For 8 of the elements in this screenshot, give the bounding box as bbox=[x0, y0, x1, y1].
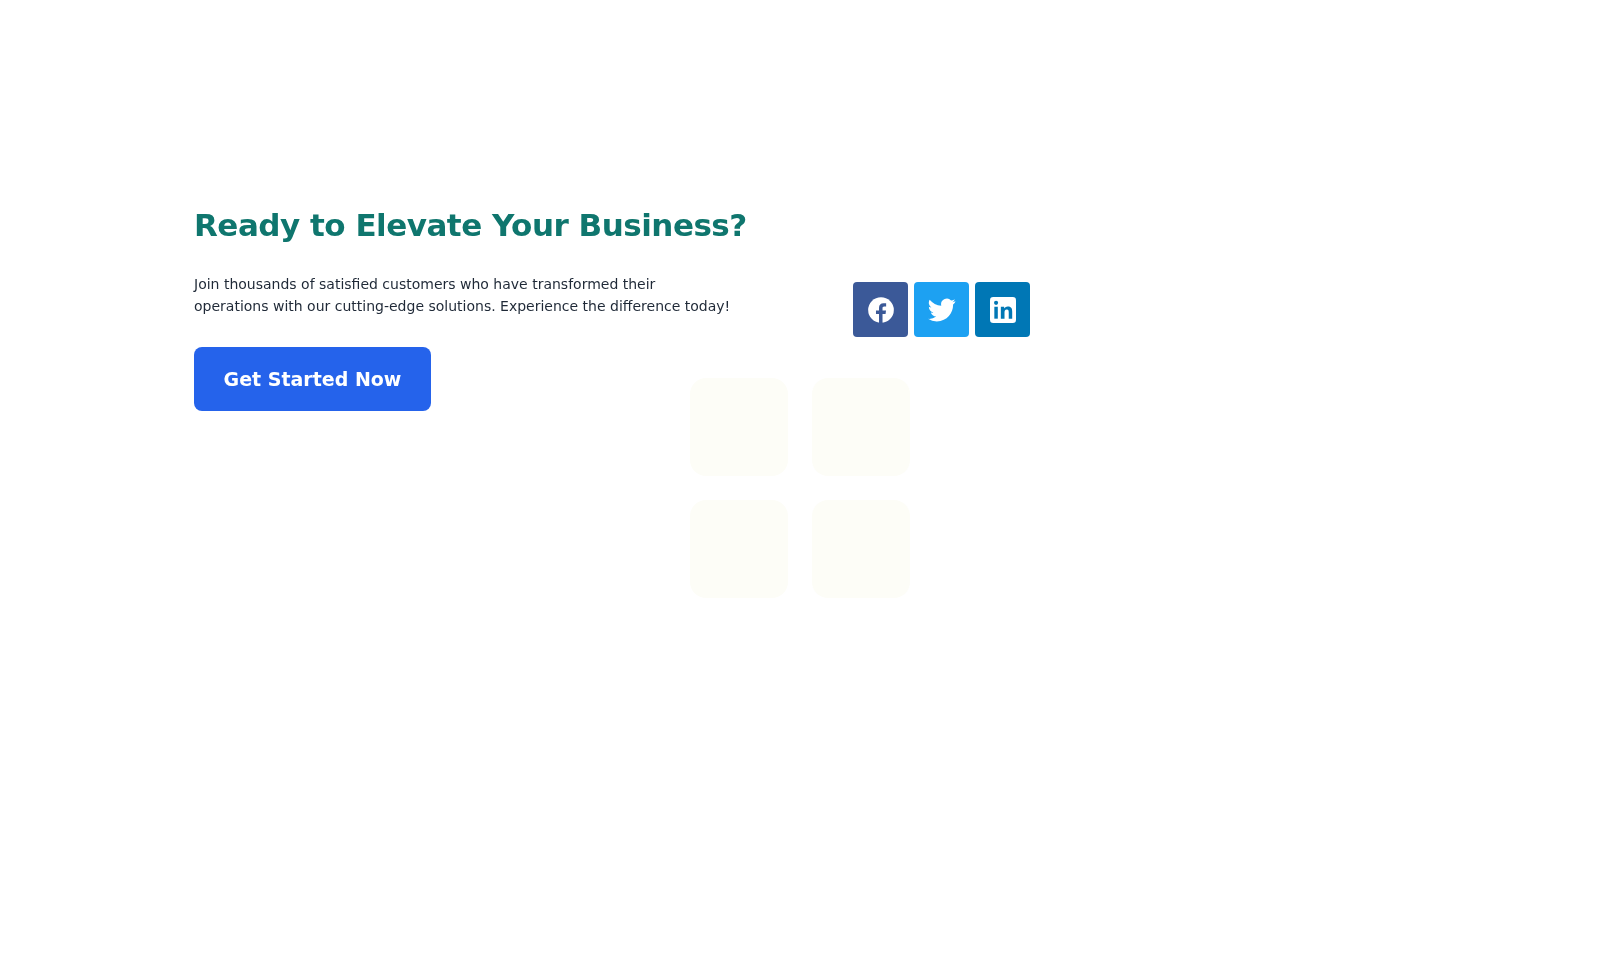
twitter-link[interactable] bbox=[914, 282, 969, 337]
get-started-button[interactable]: Get Started Now bbox=[194, 347, 431, 412]
facebook-icon bbox=[866, 295, 895, 324]
linkedin-icon bbox=[989, 296, 1016, 323]
description: Join thousands of satisfied customers who have transformed their operations with our cutting-edge solutions. Experience the difference today! bbox=[194, 275, 732, 317]
heading: Ready to Elevate Your Business? bbox=[194, 206, 747, 245]
linkedin-link[interactable] bbox=[975, 282, 1030, 337]
facebook-link[interactable] bbox=[853, 282, 908, 337]
